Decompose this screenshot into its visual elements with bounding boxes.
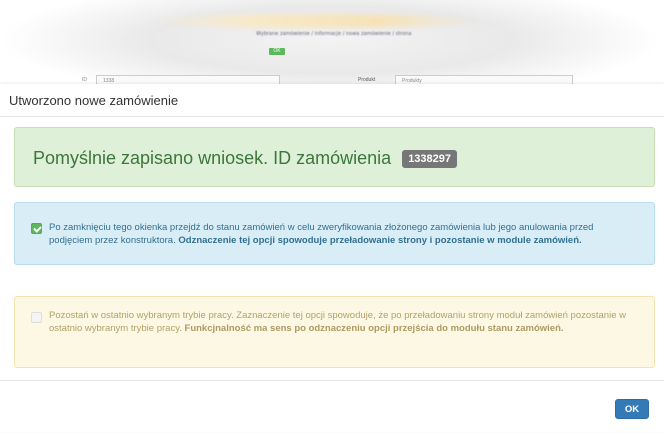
order-created-modal: Utworzono nowe zamówienie Pomyślnie zapi… (0, 84, 664, 432)
go-to-orders-checkbox[interactable] (31, 223, 42, 234)
stay-in-mode-checkbox[interactable] (31, 312, 42, 323)
background-field1: 1338 (96, 75, 280, 84)
success-message: Pomyślnie zapisano wniosek. ID zamówieni… (33, 148, 458, 169)
stay-in-mode-bold-text: Funkcjnalność ma sens po odznaczeniu opc… (184, 323, 564, 334)
background-glow (150, 14, 480, 28)
success-message-text: Pomyślnie zapisano wniosek. ID zamówieni… (33, 148, 392, 168)
option-stay-in-mode: Pozostań w ostatnio wybranym trybie prac… (14, 296, 655, 368)
go-to-orders-bold-text: Odznaczenie tej opcji spowoduje przełado… (178, 235, 582, 246)
background-field2-label: Produkt (358, 77, 376, 83)
go-to-orders-label: Po zamknięciu tego okienka przejdź do st… (49, 221, 639, 247)
background-chip: OK (269, 48, 285, 55)
ok-button[interactable]: OK (615, 399, 649, 419)
background-field1-label: ID (82, 77, 87, 83)
modal-header: Utworzono nowe zamówienie (0, 84, 664, 117)
stay-in-mode-label: Pozostań w ostatnio wybranym trybie prac… (49, 309, 639, 335)
background-app: Wybrane zamówienie / informacje / nowa z… (0, 0, 664, 84)
background-text: Wybrane zamówienie / informacje / nowa z… (256, 31, 412, 37)
background-field2: Produkty (395, 75, 573, 84)
success-alert: Pomyślnie zapisano wniosek. ID zamówieni… (14, 127, 655, 187)
option-go-to-orders: Po zamknięciu tego okienka przejdź do st… (14, 202, 655, 265)
modal-title: Utworzono nowe zamówienie (9, 93, 179, 108)
order-id-badge: 1338297 (402, 150, 458, 168)
modal-footer: OK (0, 380, 664, 433)
